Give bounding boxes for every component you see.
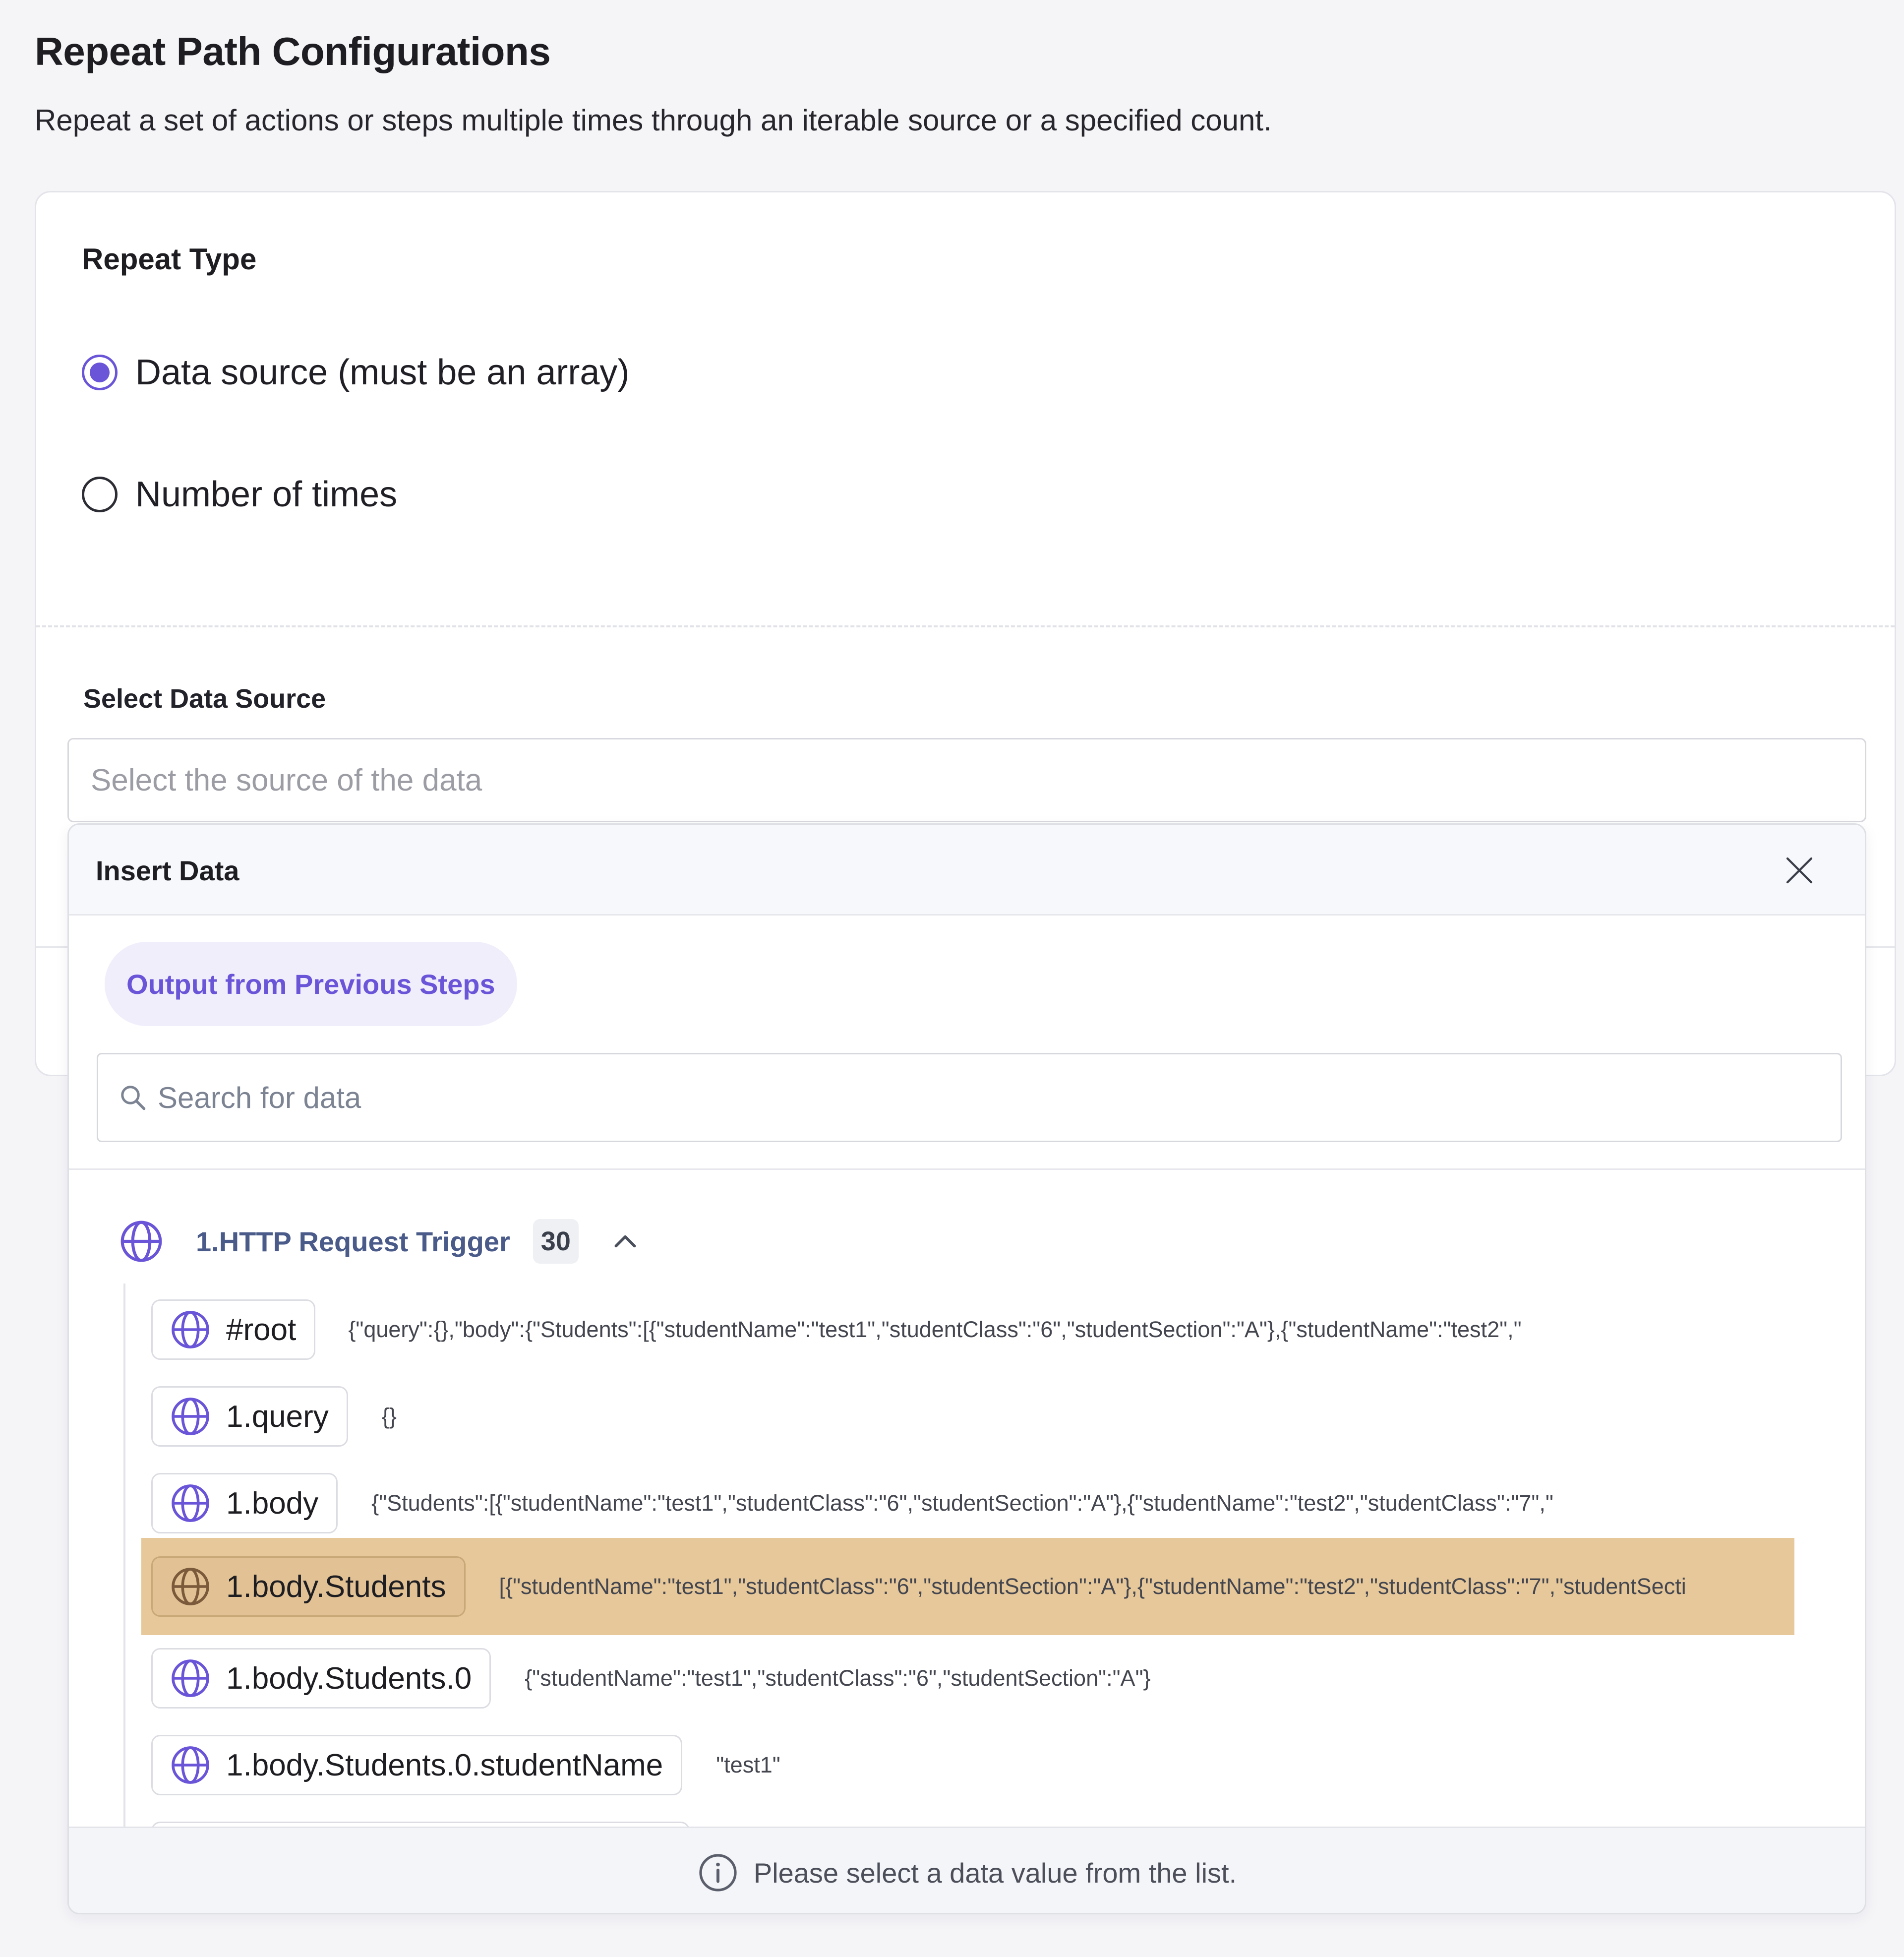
search-icon bbox=[121, 1086, 146, 1110]
chip-label: #root bbox=[226, 1312, 297, 1347]
data-source-input[interactable] bbox=[67, 738, 1866, 822]
panel-title: Insert Data bbox=[96, 855, 239, 886]
radio-button-number-of-times[interactable] bbox=[82, 477, 118, 512]
radio-label: Number of times bbox=[135, 475, 398, 514]
info-icon bbox=[699, 1854, 737, 1892]
tab-output-from-previous-steps[interactable]: Output from Previous Steps bbox=[105, 942, 517, 1026]
row-value: {"studentName":"test1","studentClass":"6… bbox=[525, 1665, 1151, 1691]
data-chip[interactable]: 1.query bbox=[151, 1386, 348, 1447]
data-row-body-students[interactable]: 1.body.Students [{"studentName":"test1",… bbox=[141, 1538, 1794, 1635]
globe-icon bbox=[172, 1568, 209, 1605]
data-row-body-students-0-studentname[interactable]: 1.body.Students.0.studentName "test1" bbox=[141, 1721, 1629, 1809]
search-input[interactable] bbox=[157, 1080, 1795, 1115]
globe-icon bbox=[120, 1221, 162, 1262]
insert-data-panel: Insert Data Output from Previous Steps 1… bbox=[67, 823, 1866, 1914]
data-row-body[interactable]: 1.body {"Students":[{"studentName":"test… bbox=[141, 1460, 1629, 1547]
radio-button-data-source[interactable] bbox=[82, 355, 118, 390]
tree-connector bbox=[123, 1284, 125, 1832]
globe-icon bbox=[172, 1659, 209, 1697]
chip-label: 1.body bbox=[226, 1486, 319, 1521]
chip-label: 1.body.Students bbox=[226, 1569, 446, 1604]
data-chip[interactable]: 1.body.Students.0.studentName bbox=[151, 1735, 683, 1795]
page-title: Repeat Path Configurations bbox=[35, 29, 551, 73]
globe-icon bbox=[172, 1484, 209, 1522]
search-box[interactable] bbox=[97, 1053, 1842, 1142]
close-icon[interactable] bbox=[1784, 855, 1815, 886]
radio-option-data-source[interactable]: Data source (must be an array) bbox=[82, 352, 629, 393]
page-description: Repeat a set of actions or steps multipl… bbox=[35, 104, 1272, 137]
row-value: "test1" bbox=[716, 1752, 780, 1777]
globe-icon bbox=[172, 1311, 209, 1348]
data-chip[interactable]: 1.body.Students.0 bbox=[151, 1648, 491, 1709]
row-value: {"Students":[{"studentName":"test1","stu… bbox=[371, 1490, 1553, 1516]
count-badge: 30 bbox=[533, 1219, 579, 1264]
data-row-body-students-0[interactable]: 1.body.Students.0 {"studentName":"test1"… bbox=[141, 1635, 1629, 1722]
chevron-up-icon[interactable] bbox=[611, 1227, 639, 1255]
chip-label: 1.body.Students.0 bbox=[226, 1661, 472, 1696]
chip-label: 1.body.Students.0.studentName bbox=[226, 1748, 663, 1782]
radio-label: Data source (must be an array) bbox=[135, 353, 630, 392]
data-row-query[interactable]: 1.query {} bbox=[141, 1373, 1629, 1460]
group-title: 1.HTTP Request Trigger bbox=[196, 1225, 510, 1257]
select-data-source-label: Select Data Source bbox=[83, 684, 326, 714]
globe-icon bbox=[172, 1746, 209, 1784]
data-chip[interactable]: #root bbox=[151, 1299, 316, 1360]
panel-footer: Please select a data value from the list… bbox=[69, 1827, 1865, 1913]
data-chip[interactable]: 1.body bbox=[151, 1473, 338, 1533]
list-divider bbox=[69, 1168, 1865, 1170]
row-value: [{"studentName":"test1","studentClass":"… bbox=[499, 1574, 1686, 1599]
section-divider bbox=[36, 625, 1895, 627]
group-header-http-request-trigger[interactable]: 1.HTTP Request Trigger 30 bbox=[119, 1214, 639, 1269]
panel-header: Insert Data bbox=[69, 825, 1865, 916]
data-chip[interactable]: 1.body.Students bbox=[151, 1556, 466, 1617]
chip-label: 1.query bbox=[226, 1399, 329, 1434]
radio-option-number-of-times[interactable]: Number of times bbox=[82, 474, 397, 515]
repeat-type-label: Repeat Type bbox=[82, 243, 257, 276]
row-value: {"query":{},"body":{"Students":[{"studen… bbox=[348, 1317, 1522, 1342]
globe-icon bbox=[172, 1398, 209, 1435]
footer-hint: Please select a data value from the list… bbox=[753, 1857, 1237, 1889]
data-row-root[interactable]: #root {"query":{},"body":{"Students":[{"… bbox=[141, 1286, 1629, 1373]
row-value: {} bbox=[381, 1404, 397, 1429]
